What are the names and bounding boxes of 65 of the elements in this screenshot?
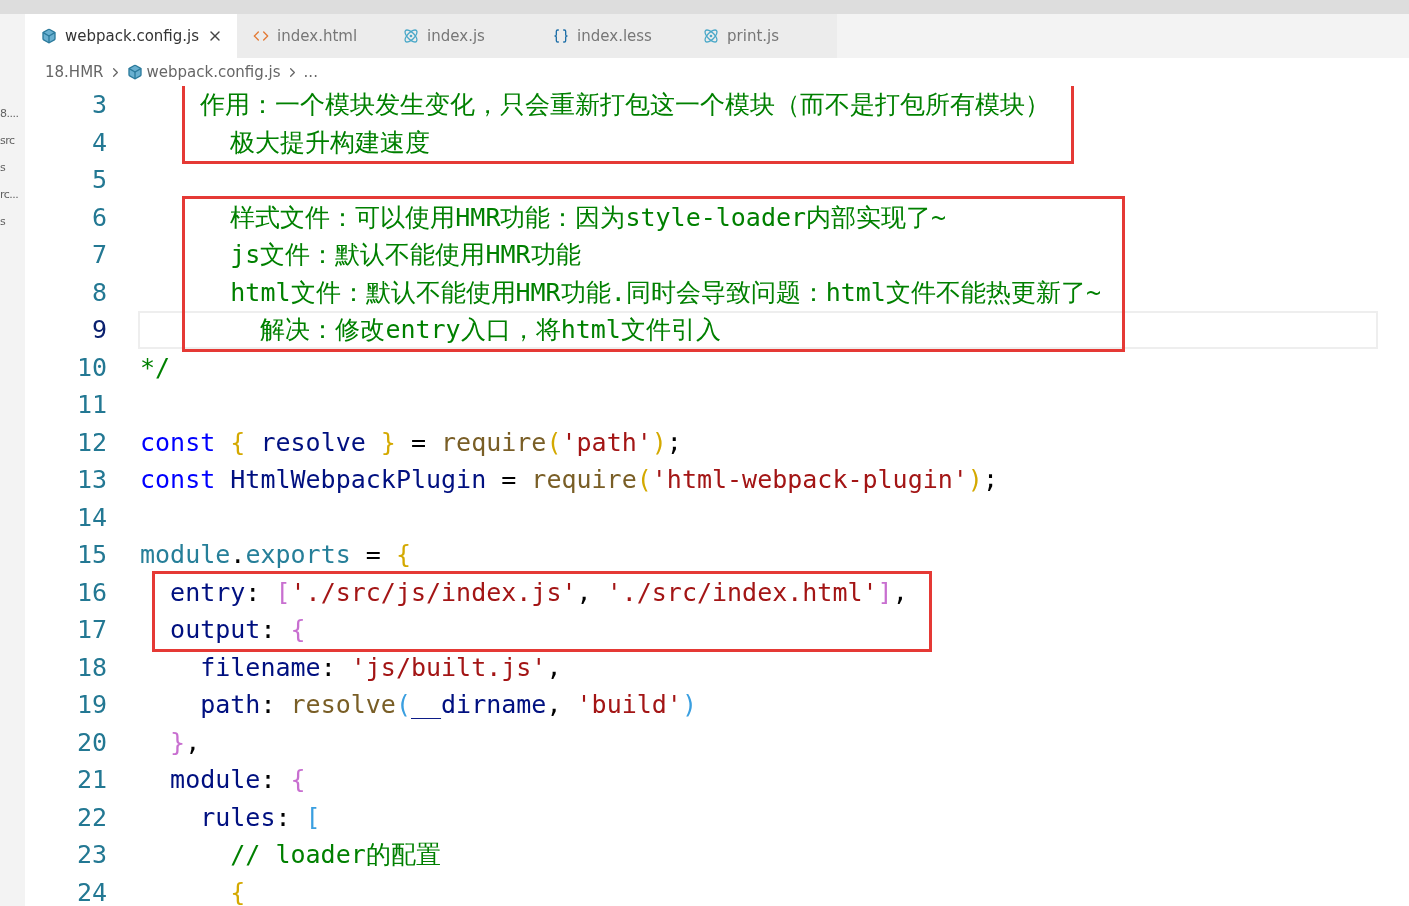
cube-icon <box>41 28 57 44</box>
line-number: 20 <box>75 727 107 757</box>
code-line: 样式文件：可以使用HMR功能：因为style-loader内部实现了~ <box>229 201 947 234</box>
breadcrumb-item[interactable]: 18.HMR <box>45 63 104 81</box>
line-number: 12 <box>75 427 107 457</box>
braces-icon <box>553 28 570 44</box>
sidebar-item[interactable]: s <box>0 208 25 235</box>
line-number: 24 <box>75 877 107 906</box>
tab-label: index.js <box>427 27 485 45</box>
line-number: 7 <box>90 240 107 270</box>
tab-label: index.html <box>277 27 358 45</box>
line-number: 15 <box>75 540 107 570</box>
line-number: 13 <box>75 465 107 495</box>
code-line: }, <box>169 726 201 759</box>
line-number: 18 <box>75 652 107 682</box>
line-number: 8 <box>90 277 107 307</box>
code-line: filename: 'js/built.js', <box>199 651 562 684</box>
breadcrumb-item[interactable]: ... <box>303 63 318 81</box>
tab-label: webpack.config.js <box>65 27 200 45</box>
line-number: 16 <box>75 577 107 607</box>
tab-label: print.js <box>727 27 780 45</box>
line-number: 6 <box>90 202 107 232</box>
code-line: const HtmlWebpackPlugin = require('html-webpack-plugin'); <box>140 464 998 497</box>
line-number: 17 <box>75 615 107 645</box>
line-number: 3 <box>90 90 107 120</box>
code-line: */ <box>140 351 171 384</box>
code-line: js文件：默认不能使用HMR功能 <box>229 239 581 272</box>
code-line: output: { <box>169 614 306 647</box>
line-number: 5 <box>90 165 107 195</box>
code-line: module.exports = { <box>140 539 411 572</box>
code-line: module: { <box>169 764 306 797</box>
code-line: path: resolve(__dirname, 'build') <box>199 689 697 722</box>
editor-tab[interactable]: index.less <box>537 14 688 58</box>
line-number: 14 <box>75 502 107 532</box>
code-line: { <box>229 876 246 906</box>
code-line: rules: [ <box>199 801 321 834</box>
sidebar-item[interactable]: s <box>0 154 25 181</box>
sidebar-item[interactable]: rc... <box>0 181 25 208</box>
editor-tab[interactable]: print.js <box>687 14 838 58</box>
editor-tab[interactable]: index.js <box>387 14 538 58</box>
sidebar-item[interactable]: 8.... <box>0 100 25 127</box>
code-line: 解决：修改entry入口，将html文件引入 <box>259 314 721 347</box>
code-line: entry: ['./src/js/index.js', './src/index.html'], <box>169 576 908 609</box>
line-number: 10 <box>75 352 107 382</box>
line-number: 11 <box>75 390 107 420</box>
breadcrumb-item[interactable]: webpack.config.js <box>146 63 281 81</box>
code-line: html文件：默认不能使用HMR功能.同时会导致问题：html文件不能热更新了~ <box>229 276 1101 309</box>
editor-tab[interactable]: webpack.config.js <box>25 14 238 58</box>
code-line: 极大提升构建速度 <box>229 126 431 159</box>
line-number: 23 <box>75 840 107 870</box>
atom-icon <box>403 28 420 44</box>
cube-icon <box>126 64 143 80</box>
tab-label: index.less <box>577 27 652 45</box>
line-number: 4 <box>90 127 107 157</box>
code-line: const { resolve } = require('path'); <box>140 426 682 459</box>
line-number: 21 <box>75 765 107 795</box>
code-icon <box>253 28 270 44</box>
editor-tab[interactable]: index.html <box>237 14 388 58</box>
atom-icon <box>703 28 720 44</box>
sidebar-item[interactable]: src <box>0 127 25 154</box>
line-number: 19 <box>75 690 107 720</box>
line-number: 9 <box>90 315 107 345</box>
code-line: // loader的配置 <box>229 839 441 872</box>
line-number: 22 <box>75 802 107 832</box>
code-line: 作用：一个模块发生变化，只会重新打包这一个模块（而不是打包所有模块） <box>199 89 1051 122</box>
